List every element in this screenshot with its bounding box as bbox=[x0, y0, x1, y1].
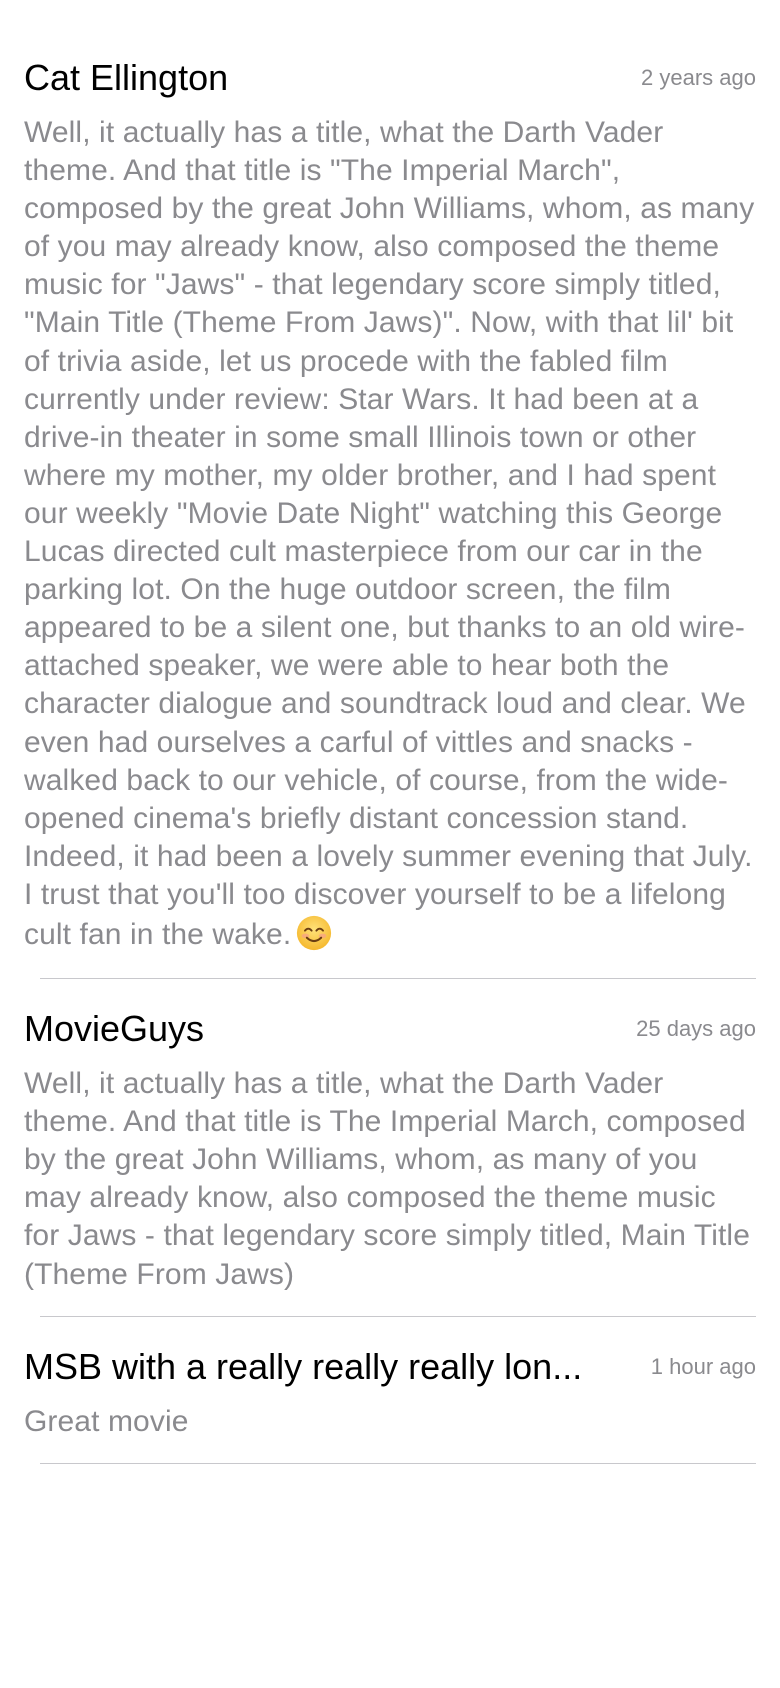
comment-text: Well, it actually has a title, what the … bbox=[24, 116, 755, 951]
comment-timestamp: 1 hour ago bbox=[650, 1353, 756, 1379]
smiling-face-icon bbox=[297, 915, 332, 951]
comment-body: Great movie bbox=[24, 1404, 189, 1438]
comment-timestamp: 2 years ago bbox=[641, 65, 756, 90]
comment-header: MSB with a really really really lon... 1… bbox=[24, 1345, 756, 1389]
comment-header: MovieGuys 25 days ago bbox=[24, 1007, 756, 1051]
comment-timestamp: 25 days ago bbox=[636, 1016, 756, 1042]
comment-header: Cat Ellington 2 years ago bbox=[24, 56, 756, 100]
comment-body: Well, it actually has a title, what the … bbox=[24, 114, 756, 954]
comment-item[interactable]: MSB with a really really really lon... 1… bbox=[0, 1317, 780, 1464]
comments-list: Cat Ellington 2 years ago Well, it actua… bbox=[0, 0, 780, 1464]
comment-author: Cat Ellington bbox=[24, 57, 229, 98]
comment-item[interactable]: MovieGuys 25 days ago Well, it actually … bbox=[0, 979, 780, 1317]
comment-body: Well, it actually has a title, what the … bbox=[24, 1067, 750, 1291]
comment-item[interactable]: Cat Ellington 2 years ago Well, it actua… bbox=[0, 0, 780, 980]
comment-author: MSB with a really really really lon... bbox=[24, 1345, 583, 1387]
comment-author: MovieGuys bbox=[24, 1008, 205, 1050]
separator bbox=[40, 1462, 756, 1464]
